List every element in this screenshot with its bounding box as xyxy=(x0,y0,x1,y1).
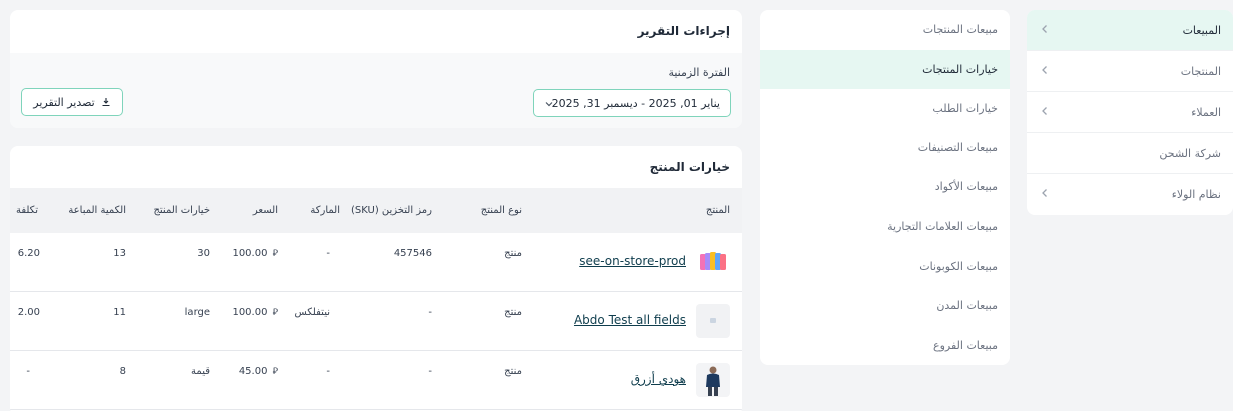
report-item-brand-sales[interactable]: مبيعات العلامات التجارية xyxy=(760,207,1010,246)
export-report-label: تصدير التقرير xyxy=(33,95,95,109)
cell-type: منتج xyxy=(504,307,522,318)
sidebar-item-loyalty[interactable]: نظام الولاء xyxy=(1027,174,1233,215)
sidebar-item-label: العملاء xyxy=(1191,105,1221,119)
report-item-coupon-sales[interactable]: مبيعات الكوبونات xyxy=(760,247,1010,286)
report-actions-card: إجراءات التقرير الفترة الزمنية يناير 01,… xyxy=(10,10,742,128)
date-range-value: يناير 01, 2025 - ديسمبر 31, 2025 xyxy=(551,97,720,110)
report-item-category-sales[interactable]: مبيعات التصنيفات xyxy=(760,128,1010,167)
report-item-label: مبيعات الكوبونات xyxy=(919,260,998,273)
cell-type: منتج xyxy=(504,248,522,259)
cell-cost: 6.20 xyxy=(17,248,40,259)
cell-options: large xyxy=(184,307,210,318)
phones-image xyxy=(700,252,726,270)
cell-brand: نيتفلكس xyxy=(294,307,330,318)
cell-cost: - xyxy=(26,366,30,377)
riyal-icon: ⃁ xyxy=(272,308,278,318)
report-item-label: خيارات الطلب xyxy=(932,102,998,115)
cell-brand: - xyxy=(326,248,330,259)
table-row: Abdo Test all fields منتج - نيتفلكس 100.… xyxy=(10,292,742,351)
report-item-product-sales[interactable]: مبيعات المنتجات xyxy=(760,10,1010,49)
report-actions-body: الفترة الزمنية يناير 01, 2025 - ديسمبر 3… xyxy=(10,53,742,128)
cell-qty: 11 xyxy=(113,307,126,318)
report-item-code-sales[interactable]: مبيعات الأكواد xyxy=(760,167,1010,206)
product-options-table-card: خيارات المنتج المنتج نوع المنتج رمز التخ… xyxy=(10,146,742,411)
chevron-left-icon xyxy=(1042,107,1047,115)
table-header: المنتج نوع المنتج رمز التخزين (SKU) الما… xyxy=(10,188,742,233)
header-type: نوع المنتج xyxy=(480,205,522,216)
sidebar-item-shipping[interactable]: شركة الشحن xyxy=(1027,133,1233,174)
report-item-label: خيارات المنتجات xyxy=(922,63,998,76)
report-item-label: مبيعات المدن xyxy=(936,299,998,312)
product-link[interactable]: see-on-store-prod xyxy=(579,254,686,268)
report-item-label: مبيعات التصنيفات xyxy=(917,141,998,154)
report-item-label: مبيعات العلامات التجارية xyxy=(887,220,998,233)
report-actions-title: إجراءات التقرير xyxy=(637,24,730,38)
cell-options: قيمة xyxy=(191,366,210,377)
sidebar-item-label: المنتجات xyxy=(1180,64,1221,78)
main-sidebar: المبيعات المنتجات العملاء شركة الشحن نظا… xyxy=(1027,10,1233,215)
table-row: هودي أزرق منتج - - 45.00 ⃁ قيمة 8 - xyxy=(10,351,742,410)
cell-options: 30 xyxy=(197,248,210,259)
image-placeholder-icon xyxy=(710,318,716,323)
table-row: see-on-store-prod منتج 457546 - 100.00 ⃁… xyxy=(10,233,742,292)
product-thumbnail xyxy=(696,304,730,338)
riyal-icon: ⃁ xyxy=(272,367,278,377)
product-link[interactable]: هودي أزرق xyxy=(631,372,686,386)
report-item-label: مبيعات المنتجات xyxy=(922,23,998,36)
table-title: خيارات المنتج xyxy=(649,160,730,174)
cell-price: 45.00 ⃁ xyxy=(239,366,278,377)
cell-sku: 457546 xyxy=(393,248,432,259)
cell-sku: - xyxy=(428,307,432,318)
header-sku: رمز التخزين (SKU) xyxy=(350,205,432,216)
report-item-label: مبيعات الفروع xyxy=(933,339,998,352)
header-brand: الماركة xyxy=(310,205,340,216)
cell-type: منتج xyxy=(504,366,522,377)
cell-brand: - xyxy=(326,366,330,377)
product-link[interactable]: Abdo Test all fields xyxy=(574,313,686,327)
sidebar-item-label: نظام الولاء xyxy=(1171,188,1221,201)
header-price: السعر xyxy=(252,205,278,216)
header-qty: الكمية المباعة xyxy=(68,205,126,216)
chevron-left-icon xyxy=(1042,189,1047,197)
report-item-branch-sales[interactable]: مبيعات الفروع xyxy=(760,326,1010,365)
cell-price: 100.00 ⃁ xyxy=(232,248,278,259)
report-item-product-options[interactable]: خيارات المنتجات xyxy=(760,50,1010,89)
period-label: الفترة الزمنية xyxy=(668,66,730,79)
product-thumbnail xyxy=(696,363,730,397)
chevron-left-icon xyxy=(1042,25,1047,33)
cell-cost: 2.00 xyxy=(17,307,40,318)
sidebar-item-label: المبيعات xyxy=(1182,23,1221,37)
download-icon xyxy=(102,98,110,107)
header-product: المنتج xyxy=(705,205,730,216)
sidebar-item-sales[interactable]: المبيعات xyxy=(1027,10,1233,51)
price-value: 100.00 xyxy=(232,307,268,318)
report-item-label: مبيعات الأكواد xyxy=(934,180,998,193)
report-item-city-sales[interactable]: مبيعات المدن xyxy=(760,286,1010,325)
cell-qty: 8 xyxy=(119,366,126,377)
date-range-select[interactable]: يناير 01, 2025 - ديسمبر 31, 2025 xyxy=(533,89,731,117)
report-item-order-options[interactable]: خيارات الطلب xyxy=(760,89,1010,128)
cell-qty: 13 xyxy=(113,248,126,259)
riyal-icon: ⃁ xyxy=(272,249,278,259)
header-cost: تكلفة xyxy=(15,205,38,216)
price-value: 100.00 xyxy=(232,248,268,259)
sidebar-item-customers[interactable]: العملاء xyxy=(1027,92,1233,133)
product-thumbnail xyxy=(696,245,730,279)
cell-price: 100.00 ⃁ xyxy=(232,307,278,318)
chevron-left-icon xyxy=(1042,66,1047,74)
reports-menu: مبيعات المنتجات خيارات المنتجات خيارات ا… xyxy=(760,10,1010,365)
cell-sku: - xyxy=(428,366,432,377)
sidebar-item-products[interactable]: المنتجات xyxy=(1027,51,1233,92)
export-report-button[interactable]: تصدير التقرير xyxy=(21,88,123,116)
price-value: 45.00 xyxy=(238,366,268,377)
sidebar-item-label: شركة الشحن xyxy=(1159,146,1221,160)
person-image xyxy=(706,366,720,396)
header-options: خيارات المنتج xyxy=(153,205,210,216)
chevron-down-icon xyxy=(545,102,553,107)
